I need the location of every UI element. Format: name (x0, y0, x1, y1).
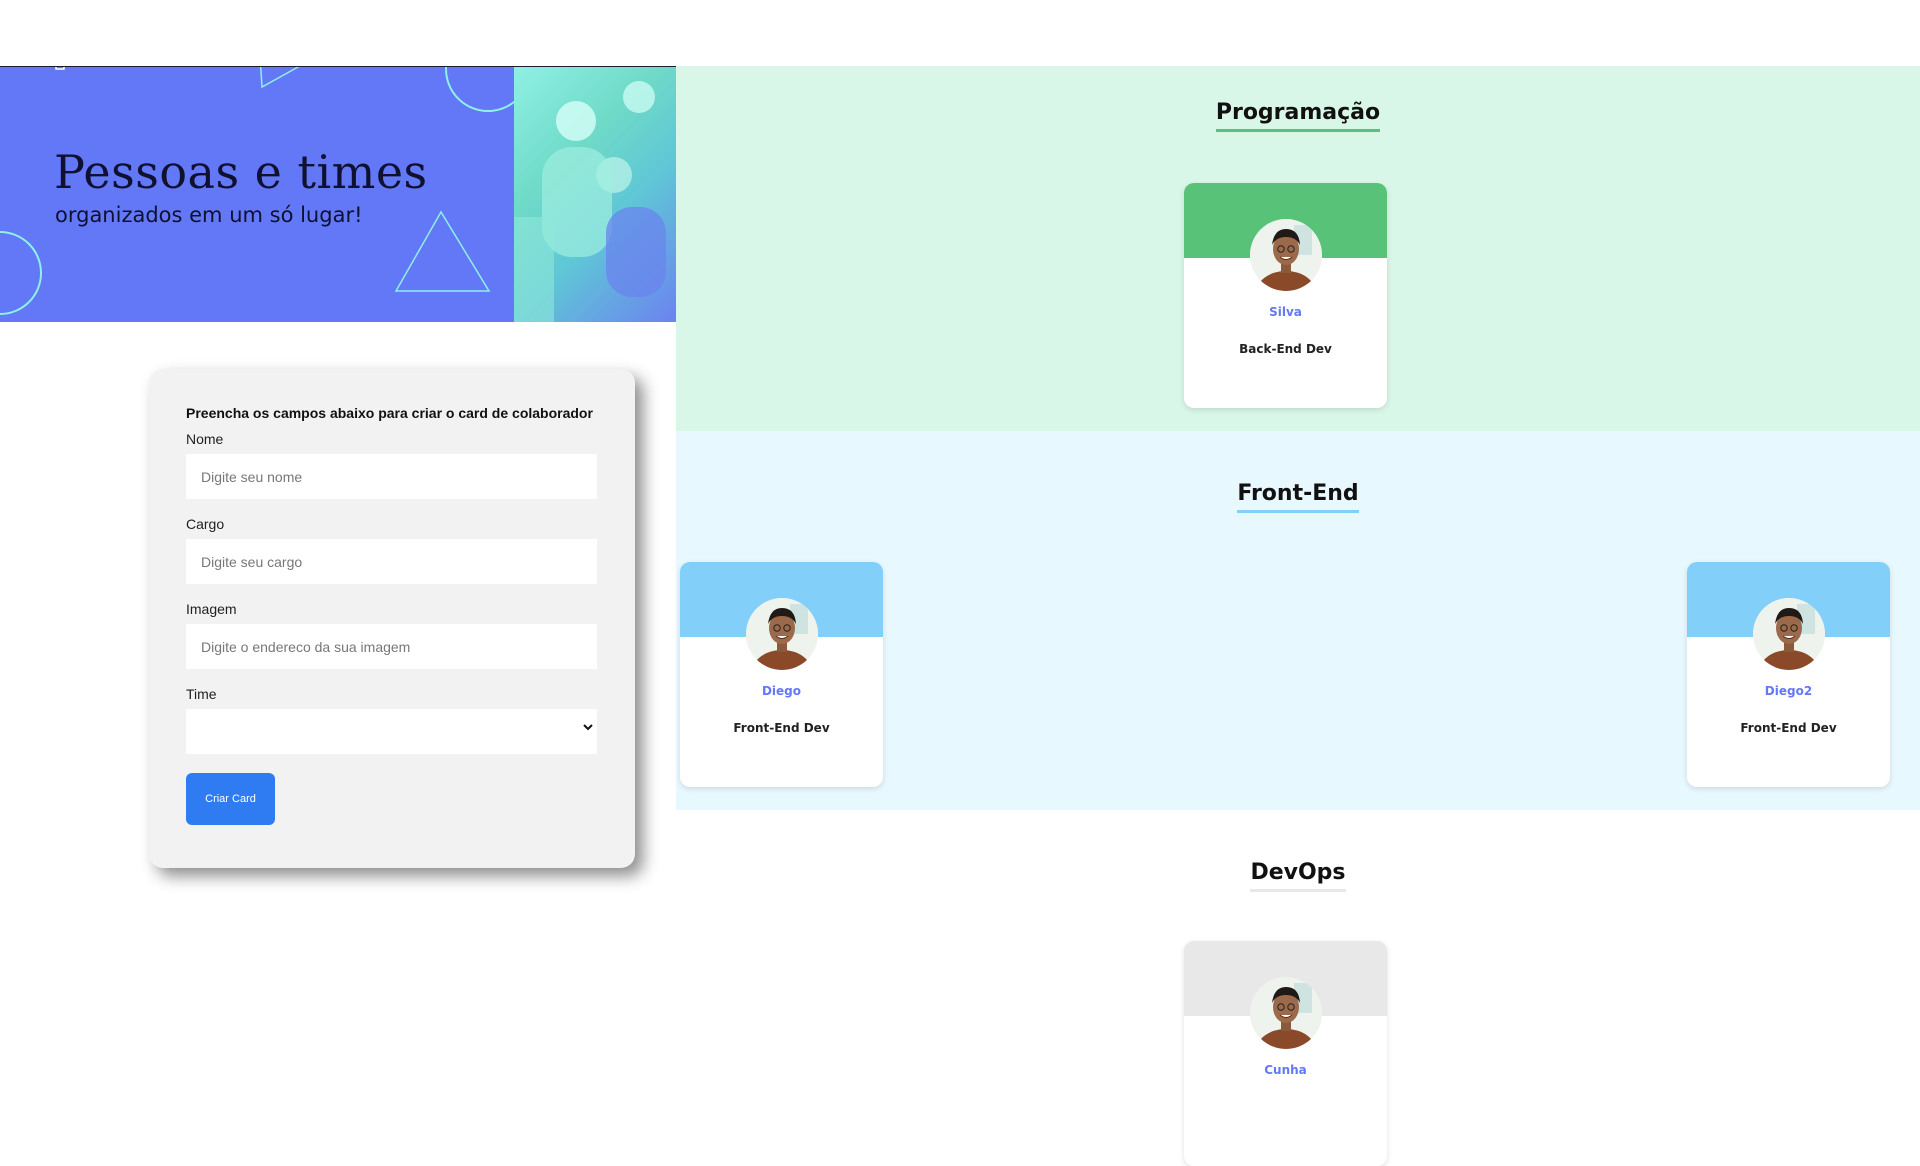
role-input[interactable] (186, 539, 597, 584)
team-title: Front-End (676, 481, 1920, 513)
collaborator-card: Cunha (1184, 941, 1387, 1166)
avatar (1250, 219, 1322, 291)
team-title-text: DevOps (1250, 860, 1346, 892)
collaborator-form: Preencha os campos abaixo para criar o c… (149, 369, 635, 868)
team-select[interactable] (186, 709, 597, 754)
team-title: DevOps (676, 860, 1920, 892)
team-photo (514, 67, 676, 322)
team-section-programacao: Programação Silva Back-End Dev (676, 66, 1920, 431)
team-title: Programação (676, 100, 1920, 132)
square-shape-icon (55, 67, 65, 70)
collaborator-card: Diego Front-End Dev (680, 562, 883, 787)
team-label: Time (186, 686, 217, 702)
avatar (1753, 598, 1825, 670)
circle-shape-icon (445, 67, 514, 112)
team-title-text: Programação (1215, 100, 1381, 132)
form-heading: Preencha os campos abaixo para criar o c… (186, 405, 593, 421)
collaborator-name: Diego2 (1764, 684, 1813, 698)
collaborator-role: Front-End Dev (1740, 721, 1837, 735)
create-card-button[interactable]: Criar Card (186, 773, 275, 825)
collaborator-name: Diego (761, 684, 802, 698)
triangle-shape-icon (259, 67, 300, 89)
triangle-shape-icon (394, 210, 491, 292)
banner-title: Pessoas e times (54, 145, 428, 199)
name-input[interactable] (186, 454, 597, 499)
collaborator-card: Diego2 Front-End Dev (1687, 562, 1890, 787)
team-section-devops: DevOps Cunha (676, 810, 1920, 1166)
team-title-text: Front-End (1237, 481, 1359, 513)
collaborator-role: Front-End Dev (733, 721, 830, 735)
collaborator-name: Silva (1269, 305, 1302, 319)
collaborator-role: Back-End Dev (1239, 342, 1332, 356)
people-photo-illustration (514, 81, 666, 322)
name-label: Nome (186, 431, 224, 447)
banner-subtitle: organizados em um só lugar! (55, 203, 363, 227)
collaborator-card: Silva Back-End Dev (1184, 183, 1387, 408)
image-url-input[interactable] (186, 624, 597, 669)
avatar (1250, 977, 1322, 1049)
avatar (746, 598, 818, 670)
team-section-front-end: Front-End Diego Front-End Dev Diego2 Fro… (676, 431, 1920, 810)
circle-shape-icon (0, 231, 42, 315)
role-label: Cargo (186, 516, 225, 532)
image-label: Imagem (186, 601, 237, 617)
collaborator-name: Cunha (1264, 1063, 1307, 1077)
chevron-down-icon (583, 724, 593, 731)
header-banner: Pessoas e times organizados em um só lug… (0, 66, 676, 322)
